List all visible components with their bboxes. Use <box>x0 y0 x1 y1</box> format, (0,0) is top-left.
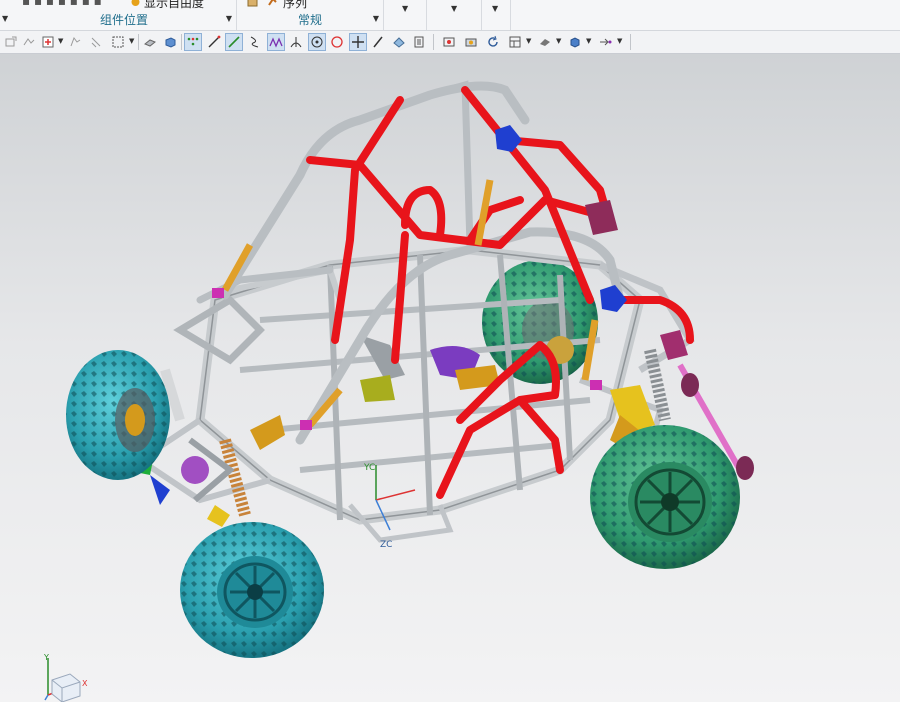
camera-icon[interactable] <box>463 34 479 50</box>
rear-right-tire[interactable] <box>590 425 740 569</box>
toolbar-separator <box>630 34 631 50</box>
render-icon[interactable] <box>537 34 553 50</box>
ribbon-group-component-position: ▪ ▪ ▪ ▪ ▪ ▪ ▪ 显示自由度 ▼ 组件位置 <box>12 0 237 30</box>
assembly-icon[interactable] <box>67 34 83 50</box>
align-icon[interactable] <box>88 34 104 50</box>
chevron-down-icon[interactable]: ▼ <box>526 37 531 45</box>
ribbon: ▼ ▪ ▪ ▪ ▪ ▪ ▪ ▪ 显示自由度 ▼ 组件位置 序列 ▼ 常规 ▼ ▼… <box>0 0 900 31</box>
ribbon-group-partial: ▼ <box>427 0 482 30</box>
ribbon-group-general: 序列 ▼ 常规 <box>237 0 384 30</box>
buggy-model[interactable]: YC ZC Y X <box>0 54 900 702</box>
chevron-down-icon[interactable]: ▼ <box>402 4 408 13</box>
view-triad[interactable]: Y X <box>43 653 88 702</box>
move-icon[interactable] <box>21 34 37 50</box>
sequence-icon <box>268 0 277 6</box>
cross-icon[interactable] <box>349 33 367 51</box>
shaded-icon[interactable] <box>142 34 158 50</box>
refresh-icon[interactable] <box>485 34 501 50</box>
cube-icon[interactable] <box>567 34 583 50</box>
sketch-line-icon[interactable] <box>225 33 243 51</box>
axis-label-zc: ZC <box>380 540 392 550</box>
spline-icon[interactable] <box>267 33 285 51</box>
line-icon[interactable] <box>206 34 222 50</box>
graphics-viewport[interactable]: YC ZC Y X <box>0 54 900 702</box>
select-box-icon[interactable] <box>110 34 126 50</box>
front-left-tire[interactable] <box>66 350 170 480</box>
show-dof-button[interactable]: 显示自由度 <box>144 0 204 11</box>
snap-icon[interactable] <box>40 34 56 50</box>
chevron-down-icon[interactable]: ▼ <box>556 37 561 45</box>
ribbon-group-partial: ▼ <box>384 0 427 30</box>
toolbar-separator <box>181 34 182 50</box>
chevron-down-icon[interactable]: ▼ <box>586 37 591 45</box>
points-icon[interactable] <box>184 33 202 51</box>
toolbar-separator <box>433 34 434 50</box>
slash-icon[interactable] <box>370 34 386 50</box>
chevron-down-icon[interactable]: ▼ <box>58 37 63 45</box>
chevron-down-icon[interactable]: ▼ <box>451 4 457 13</box>
angle-icon[interactable] <box>288 34 304 50</box>
layout-icon[interactable] <box>507 34 523 50</box>
front-right-tire[interactable] <box>180 505 324 658</box>
toolbar-separator <box>138 34 139 50</box>
ribbon-group-label: 常规 <box>297 13 322 27</box>
curve-icon[interactable] <box>247 34 263 50</box>
fit-view-icon[interactable] <box>441 34 457 50</box>
constraint-icon[interactable] <box>3 34 19 50</box>
arrow-icon[interactable] <box>597 34 613 50</box>
triad-label-x: X <box>82 679 88 688</box>
view-icon[interactable] <box>391 34 407 50</box>
axis-label-yc: YC <box>363 463 375 473</box>
command-toolbar: ▼ ▼ ▼ ▼ ▼ ▼ <box>0 31 900 54</box>
ribbon-group-partial: ▼ <box>482 0 511 30</box>
box-icon <box>247 0 258 7</box>
solid-icon[interactable] <box>162 34 178 50</box>
ribbon-cut-text: ▪ ▪ ▪ ▪ ▪ ▪ ▪ <box>22 0 102 8</box>
sequence-button[interactable]: 序列 <box>283 0 307 11</box>
chevron-down-icon[interactable]: ▼ <box>617 37 622 45</box>
circle-point-icon[interactable] <box>329 34 345 50</box>
chevron-down-icon[interactable]: ▼ <box>129 37 134 45</box>
ribbon-caret-icon[interactable]: ▼ <box>2 14 8 23</box>
chevron-down-icon[interactable]: ▼ <box>492 4 498 13</box>
dof-icon <box>131 0 140 6</box>
triad-label-y: Y <box>43 653 49 662</box>
ribbon-group-label: 组件位置 <box>99 13 148 27</box>
circle-center-icon[interactable] <box>308 33 326 51</box>
list-icon[interactable] <box>411 34 427 50</box>
